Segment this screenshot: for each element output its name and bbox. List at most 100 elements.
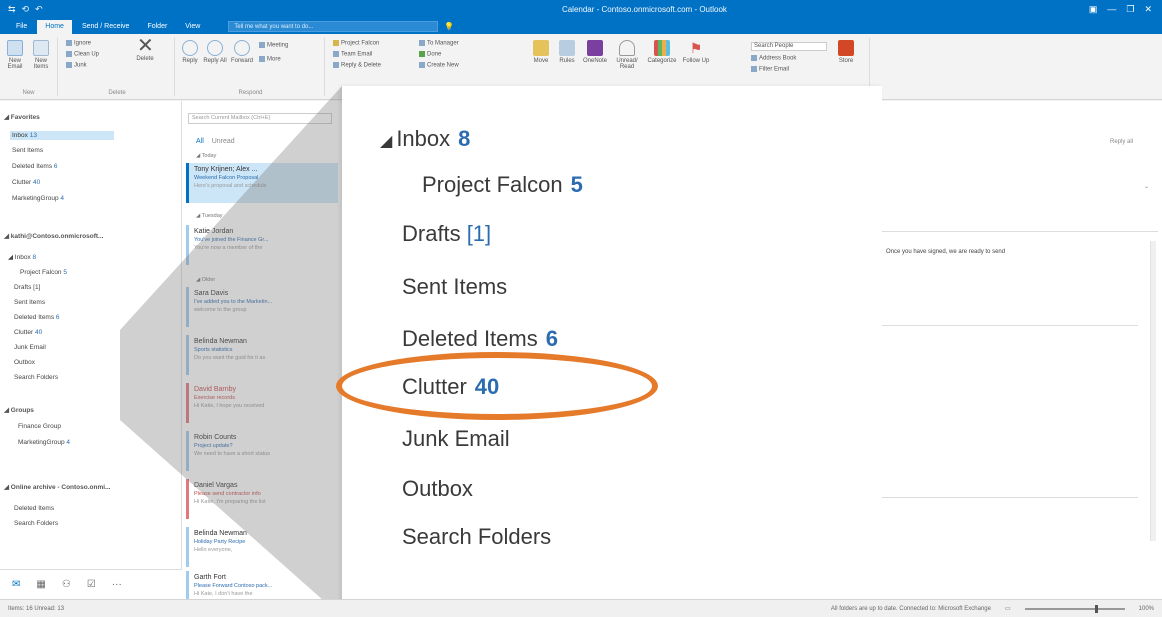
tab-folder[interactable]: Folder xyxy=(139,20,175,34)
address-book-button[interactable]: Address Book xyxy=(751,55,796,62)
fav-marketing-group[interactable]: MarketingGroup 4 xyxy=(12,195,64,202)
filter-all[interactable]: All xyxy=(196,138,204,145)
send-receive-icon[interactable]: ⇆ xyxy=(8,4,16,15)
acc-outbox[interactable]: Outbox xyxy=(14,359,35,366)
fav-inbox[interactable]: Inbox 13 xyxy=(10,131,114,140)
unread-read-button[interactable]: Unread/ Read xyxy=(611,40,643,70)
list-item[interactable]: Sara Davis I've added you to the Marketi… xyxy=(186,287,338,327)
zoomed-folder-list: ◢ Inbox 8 Project Falcon 5 Drafts [1] Sent I… xyxy=(342,86,882,617)
zoom-search-folders[interactable]: Search Folders xyxy=(402,524,551,550)
reply-button[interactable]: Reply xyxy=(179,40,201,64)
group-marketing[interactable]: MarketingGroup 4 xyxy=(18,439,70,446)
acc-junk-email[interactable]: Junk Email xyxy=(14,344,46,351)
fav-deleted-items[interactable]: Deleted Items 6 xyxy=(12,163,58,170)
archive-header[interactable]: ◢ Online archive - Contoso.onmi... xyxy=(4,483,110,491)
list-item[interactable]: Katie Jordan You've joined the Finance G… xyxy=(186,225,338,265)
expand-chevron-icon[interactable]: ⌄ xyxy=(1144,183,1149,190)
delete-button[interactable]: ✕ Delete xyxy=(130,36,160,62)
more-button[interactable]: More xyxy=(259,56,281,63)
acc-sent-items[interactable]: Sent Items xyxy=(14,299,45,306)
tasks-icon[interactable]: ☑ xyxy=(87,579,96,590)
zoom-level[interactable]: 100% xyxy=(1139,606,1154,612)
mail-icon[interactable]: ✉ xyxy=(12,579,20,590)
people-icon[interactable]: ⚇ xyxy=(62,579,71,590)
group-finance[interactable]: Finance Group xyxy=(18,423,61,430)
zoom-inbox[interactable]: ◢ Inbox 8 xyxy=(380,126,470,152)
group-older[interactable]: ◢ Older xyxy=(196,277,215,283)
view-normal-icon[interactable]: ▭ xyxy=(1005,605,1011,612)
minimize-icon[interactable]: — xyxy=(1107,4,1116,15)
connection-status: All folders are up to date. Connected to… xyxy=(830,605,991,612)
quickstep-to-manager[interactable]: To Manager xyxy=(419,40,459,47)
follow-up-button[interactable]: ⚑ Follow Up xyxy=(681,40,711,64)
acc-project-falcon[interactable]: Project Falcon 5 xyxy=(20,269,67,276)
quickstep-reply-delete[interactable]: Reply & Delete xyxy=(333,62,381,69)
tab-file[interactable]: File xyxy=(8,20,35,34)
quickstep-team-email[interactable]: Team Email xyxy=(333,51,372,58)
new-items-button[interactable]: New Items xyxy=(28,40,54,70)
calendar-icon[interactable]: ▦ xyxy=(36,579,45,590)
list-item[interactable]: Daniel Vargas Please send contractor inf… xyxy=(186,479,338,519)
quickstep-create-new[interactable]: Create New xyxy=(419,62,459,69)
group-today[interactable]: ◢ Today xyxy=(196,153,216,159)
zoom-sent-items[interactable]: Sent Items xyxy=(402,274,507,300)
ribbon-display-icon[interactable]: ▣ xyxy=(1089,4,1098,15)
group-tuesday[interactable]: ◢ Tuesday xyxy=(196,213,223,219)
list-item[interactable]: Robin Counts Project update? We need to … xyxy=(186,431,338,471)
acc-inbox[interactable]: ◢ Inbox 8 xyxy=(8,253,36,261)
zoom-slider-knob[interactable] xyxy=(1094,604,1098,613)
acc-drafts[interactable]: Drafts [1] xyxy=(14,284,40,291)
sync-icon[interactable]: ⟲ xyxy=(22,4,30,15)
tab-home[interactable]: Home xyxy=(37,20,72,34)
tab-send-receive[interactable]: Send / Receive xyxy=(74,20,137,34)
list-item[interactable]: David Barnby Exercise records Hi Katie, … xyxy=(186,383,338,423)
zoom-junk-email[interactable]: Junk Email xyxy=(402,426,510,452)
fav-clutter[interactable]: Clutter 40 xyxy=(12,179,40,186)
forward-button[interactable]: Forward xyxy=(229,40,255,64)
groups-header[interactable]: ◢ Groups xyxy=(4,406,34,414)
zoom-project-falcon[interactable]: Project Falcon 5 xyxy=(422,172,583,198)
quickstep-done[interactable]: Done xyxy=(419,51,441,58)
tab-view[interactable]: View xyxy=(177,20,208,34)
list-item[interactable]: Belinda Newman Sports statistics Do you … xyxy=(186,335,338,375)
reply-all-label[interactable]: Reply all xyxy=(1110,139,1133,145)
acc-deleted-items[interactable]: Deleted Items 6 xyxy=(14,314,60,321)
rules-button[interactable]: Rules xyxy=(555,40,579,64)
acc-search-folders[interactable]: Search Folders xyxy=(14,374,58,381)
archive-search-folders[interactable]: Search Folders xyxy=(14,520,58,527)
favorites-header[interactable]: ◢ Favorites xyxy=(4,113,40,121)
categorize-button[interactable]: Categorize xyxy=(645,40,679,64)
filter-unread[interactable]: Unread xyxy=(212,138,235,145)
scrollbar[interactable] xyxy=(1150,241,1156,541)
list-item[interactable]: Garth Fort Please Forward Contoso pack..… xyxy=(186,571,338,599)
account-header[interactable]: ◢ kathi@Contoso.onmicrosoft... xyxy=(4,232,103,240)
quickstep-project-falcon[interactable]: Project Falcon xyxy=(333,40,379,47)
junk-button[interactable]: Junk xyxy=(66,62,87,69)
tell-me-input[interactable]: Tell me what you want to do... xyxy=(228,21,439,32)
move-folder-icon xyxy=(533,40,549,56)
search-people-input[interactable]: Search People xyxy=(751,42,827,51)
zoom-slider[interactable] xyxy=(1024,604,1125,613)
more-nav-icon[interactable]: ··· xyxy=(112,579,122,590)
move-button[interactable]: Move xyxy=(529,40,553,64)
fav-sent-items[interactable]: Sent Items xyxy=(12,147,43,154)
zoom-drafts[interactable]: Drafts [1] xyxy=(402,221,491,247)
onenote-button[interactable]: OneNote xyxy=(581,40,609,64)
zoom-outbox[interactable]: Outbox xyxy=(402,476,473,502)
store-button[interactable]: Store xyxy=(833,40,859,64)
zoom-deleted-items[interactable]: Deleted Items 6 xyxy=(402,326,558,352)
ignore-button[interactable]: Ignore xyxy=(66,40,91,47)
list-item[interactable]: Belinda Newman Holiday Party Recipe Hell… xyxy=(186,527,338,567)
archive-deleted-items[interactable]: Deleted Items xyxy=(14,505,54,512)
clean-up-button[interactable]: Clean Up xyxy=(66,51,99,58)
list-item[interactable]: Tony Krijnen; Alex ... Weekend Falcon Pr… xyxy=(186,163,338,203)
new-email-button[interactable]: New Email xyxy=(4,40,26,70)
search-mailbox-input[interactable]: Search Current Mailbox (Ctrl+E) xyxy=(188,113,332,124)
filter-email-button[interactable]: Filter Email xyxy=(751,66,789,73)
reply-all-button[interactable]: Reply All xyxy=(203,40,227,64)
restore-icon[interactable]: ❐ xyxy=(1126,4,1134,15)
undo-icon[interactable]: ↶ xyxy=(35,4,43,15)
close-icon[interactable]: ✕ xyxy=(1144,4,1152,15)
meeting-button[interactable]: Meeting xyxy=(259,42,288,49)
acc-clutter[interactable]: Clutter 40 xyxy=(14,329,42,336)
